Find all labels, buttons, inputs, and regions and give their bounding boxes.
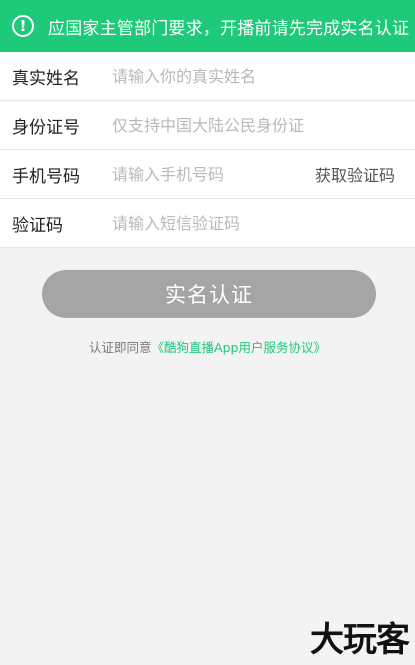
id-number-label: 身份证号 — [12, 117, 80, 138]
name-label: 真实姓名 — [12, 68, 80, 89]
code-label: 验证码 — [12, 215, 63, 236]
phone-label: 手机号码 — [12, 166, 80, 187]
id-number-row: 身份证号 — [0, 101, 415, 150]
id-number-input[interactable] — [112, 110, 402, 140]
get-code-button[interactable]: 获取验证码 — [315, 162, 395, 186]
agreement-prefix: 认证即同意 — [89, 340, 152, 355]
agreement-text: 认证即同意《酷狗直播App用户服务协议》 — [0, 337, 415, 356]
name-input[interactable] — [112, 61, 302, 91]
notice-text: 应国家主管部门要求，开播前请先完成实名认证 — [48, 18, 410, 39]
verify-button[interactable]: 实名认证 — [42, 270, 376, 318]
agreement-link[interactable]: 《酷狗直播App用户服务协议》 — [152, 340, 326, 355]
phone-row: 手机号码 获取验证码 — [0, 150, 415, 199]
exclamation-circle-icon: ! — [12, 15, 34, 37]
code-row: 验证码 — [0, 199, 415, 248]
code-input[interactable] — [112, 208, 302, 238]
notice-banner: ! 应国家主管部门要求，开播前请先完成实名认证 — [0, 0, 415, 52]
phone-input[interactable] — [112, 159, 302, 189]
verification-form: 真实姓名 身份证号 手机号码 获取验证码 验证码 — [0, 52, 415, 248]
name-row: 真实姓名 — [0, 52, 415, 101]
watermark-logo: 大玩客 — [310, 620, 410, 660]
